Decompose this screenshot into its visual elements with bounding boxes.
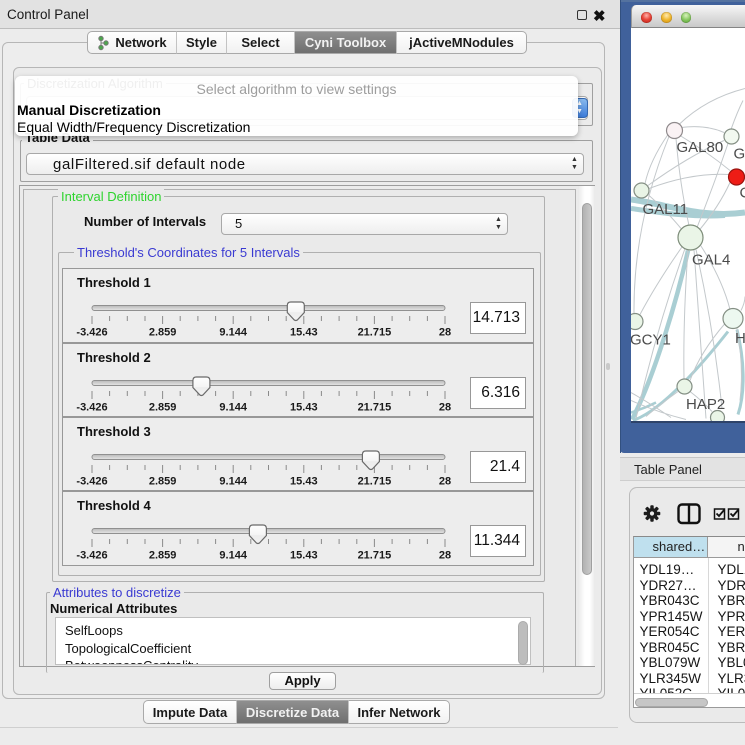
svg-text:15.43: 15.43 [290, 550, 318, 562]
svg-text:21.715: 21.715 [358, 401, 392, 413]
svg-text:2.859: 2.859 [149, 401, 177, 413]
svg-text:-3.426: -3.426 [76, 550, 107, 562]
svg-text:15.43: 15.43 [290, 475, 318, 487]
svg-text:9.144: 9.144 [219, 327, 247, 339]
svg-text:9.144: 9.144 [219, 401, 247, 413]
svg-text:HAP2: HAP2 [686, 396, 725, 413]
svg-text:21.715: 21.715 [358, 550, 392, 562]
svg-text:28: 28 [439, 401, 451, 413]
svg-text:15.43: 15.43 [290, 401, 318, 413]
svg-text:2.859: 2.859 [149, 327, 177, 339]
svg-text:GAL11: GAL11 [643, 201, 689, 218]
svg-text:-3.426: -3.426 [76, 475, 107, 487]
svg-text:28: 28 [439, 550, 451, 562]
svg-text:H: H [735, 330, 745, 347]
svg-text:28: 28 [439, 327, 451, 339]
svg-text:21.715: 21.715 [358, 327, 392, 339]
svg-text:2.859: 2.859 [149, 475, 177, 487]
svg-text:GAL4: GAL4 [692, 251, 730, 268]
svg-text:GAL80: GAL80 [677, 139, 724, 156]
svg-text:-3.426: -3.426 [76, 327, 107, 339]
svg-text:GA: GA [734, 145, 745, 162]
svg-text:28: 28 [439, 475, 451, 487]
svg-text:C: C [740, 184, 745, 201]
svg-text:21.715: 21.715 [358, 475, 392, 487]
svg-text:9.144: 9.144 [219, 550, 247, 562]
svg-text:9.144: 9.144 [219, 475, 247, 487]
svg-text:15.43: 15.43 [290, 327, 318, 339]
svg-text:GCY1: GCY1 [631, 331, 671, 348]
svg-text:2.859: 2.859 [149, 550, 177, 562]
svg-text:-3.426: -3.426 [76, 401, 107, 413]
